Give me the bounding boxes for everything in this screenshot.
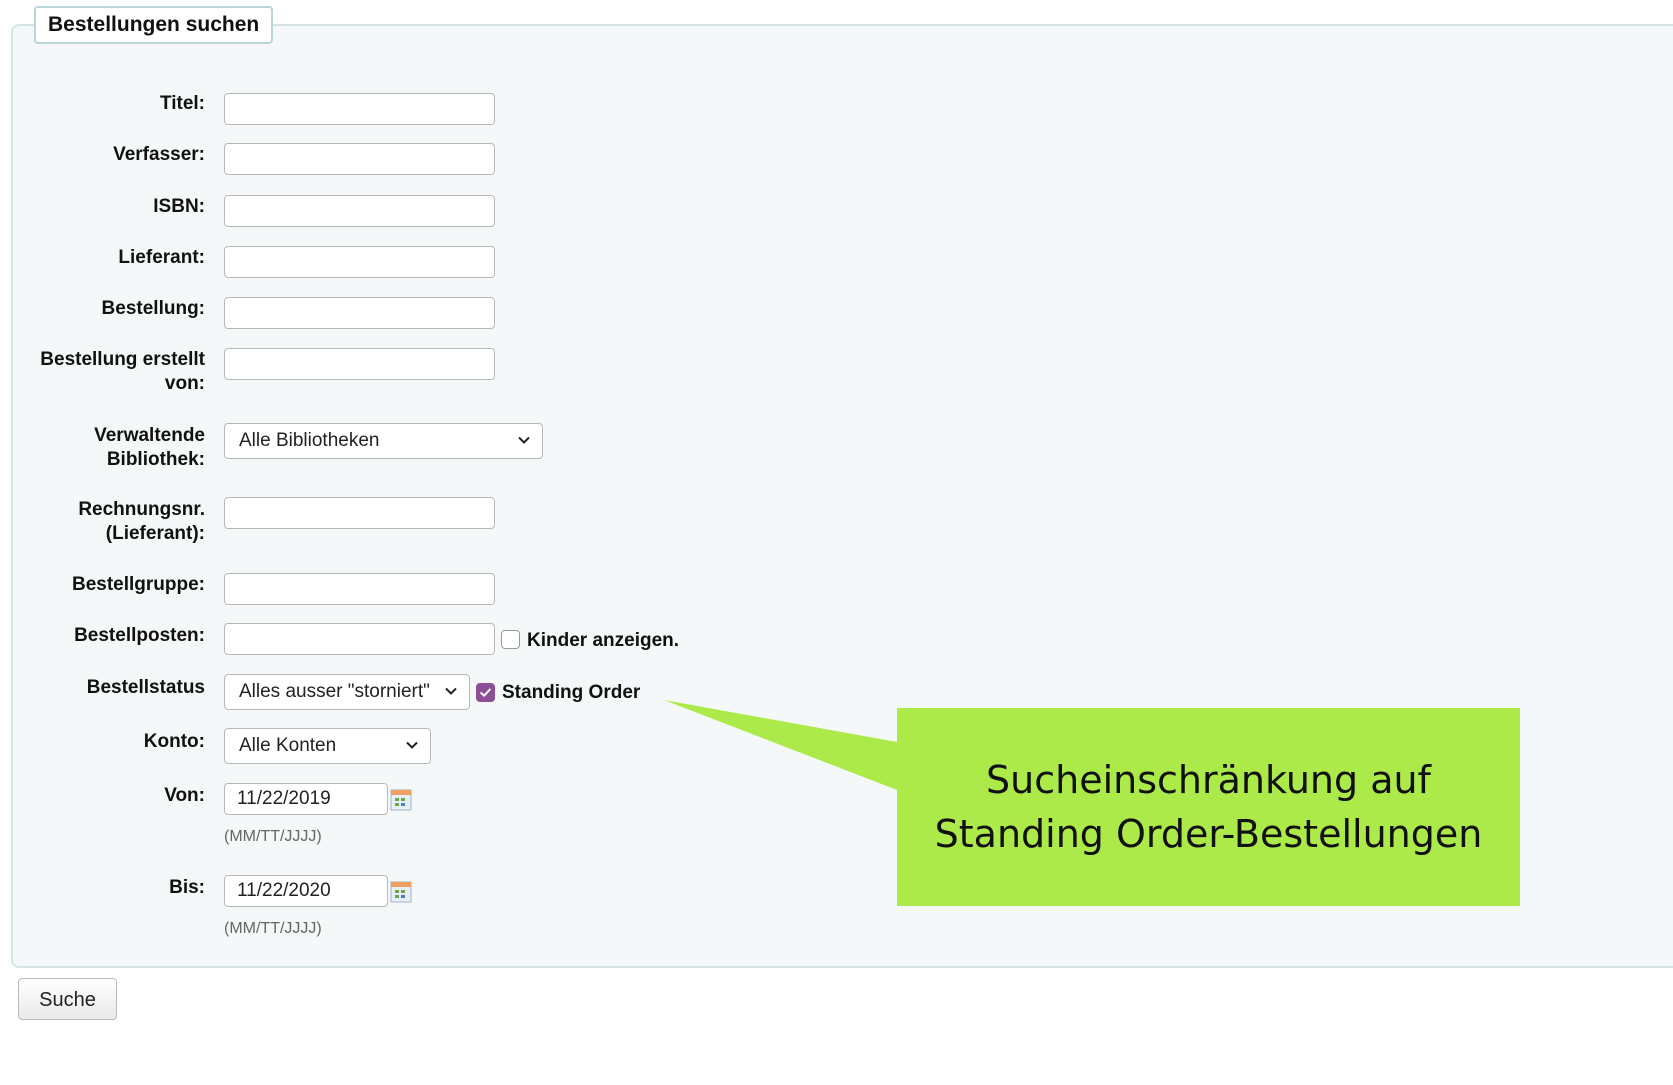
callout-line2: Standing Order-Bestellungen: [934, 812, 1483, 856]
callout-line1: Sucheinschränkung auf: [986, 758, 1431, 802]
callout-text: Sucheinschränkung auf Standing Order-Bes…: [897, 708, 1520, 906]
callout-shape: [664, 700, 1520, 906]
